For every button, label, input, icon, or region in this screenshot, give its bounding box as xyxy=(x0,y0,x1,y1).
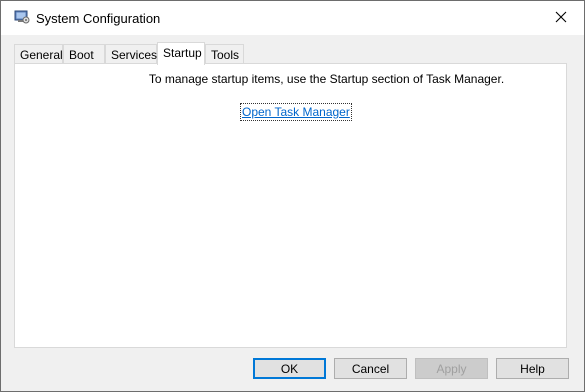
window-title: System Configuration xyxy=(36,11,161,26)
tab-boot[interactable]: Boot xyxy=(63,44,105,64)
close-button[interactable] xyxy=(538,1,584,35)
help-button[interactable]: Help xyxy=(496,358,569,379)
tab-tools[interactable]: Tools xyxy=(205,44,244,64)
open-task-manager-link[interactable]: Open Task Manager xyxy=(240,103,352,121)
startup-message: To manage startup items, use the Startup… xyxy=(148,72,505,86)
tab-general[interactable]: General xyxy=(14,44,63,64)
system-configuration-window: System Configuration General Boot Servic… xyxy=(0,0,585,392)
startup-panel: To manage startup items, use the Startup… xyxy=(14,63,567,348)
close-icon xyxy=(555,11,567,26)
tab-startup[interactable]: Startup xyxy=(157,42,205,65)
tab-services[interactable]: Services xyxy=(105,44,157,64)
apply-button[interactable]: Apply xyxy=(415,358,488,379)
system-configuration-icon xyxy=(14,9,30,25)
cancel-button[interactable]: Cancel xyxy=(334,358,407,379)
title-bar: System Configuration xyxy=(1,1,584,35)
ok-button[interactable]: OK xyxy=(253,358,326,379)
